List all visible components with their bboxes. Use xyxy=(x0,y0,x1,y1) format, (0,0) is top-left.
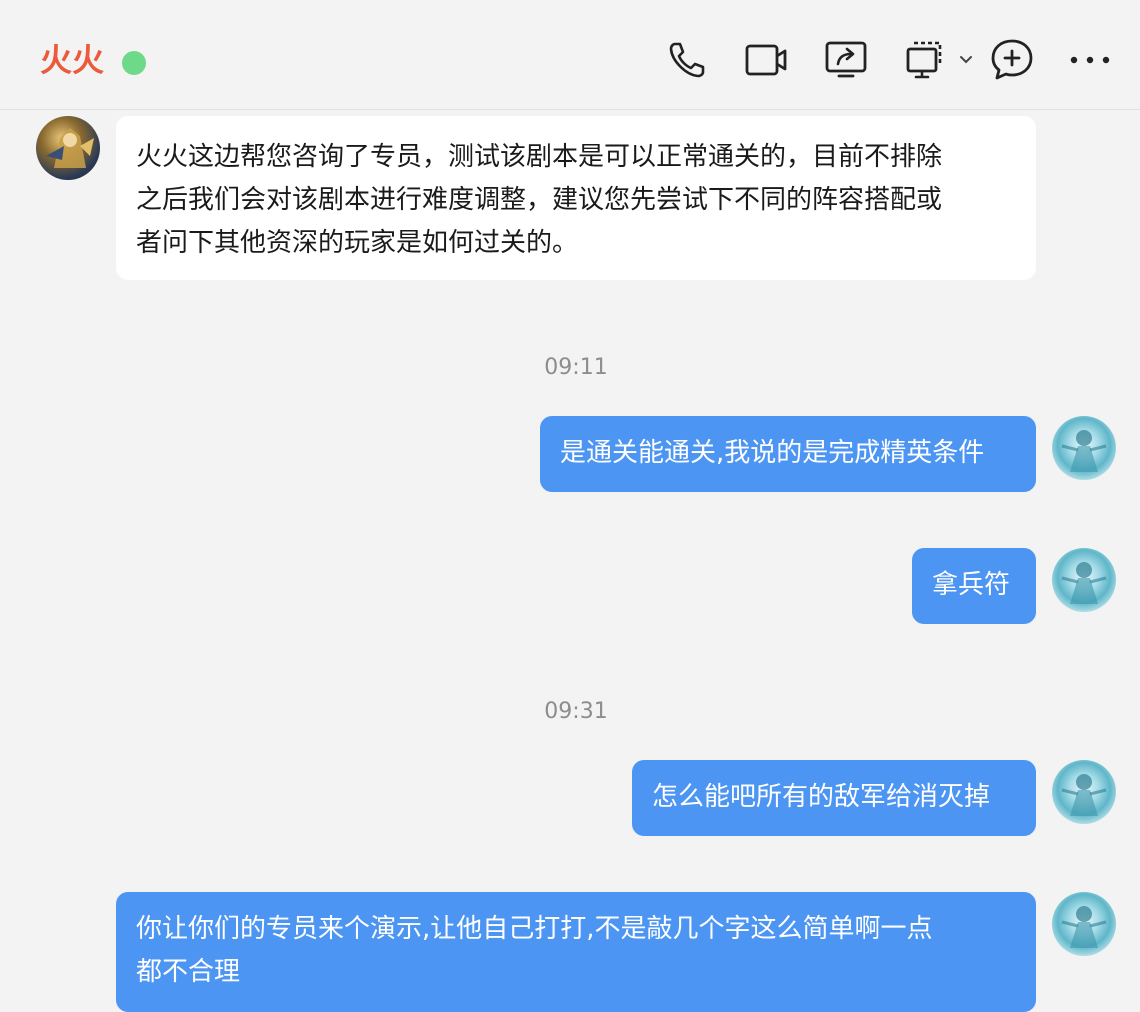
video-call-button[interactable] xyxy=(744,38,788,82)
outgoing-message-bubble[interactable]: 是通关能通关,我说的是完成精英条件 xyxy=(540,416,1036,492)
more-icon xyxy=(1070,56,1110,64)
chevron-down-icon xyxy=(960,56,972,64)
screen-share-icon xyxy=(825,41,867,78)
outgoing-message-bubble[interactable]: 拿兵符 xyxy=(912,548,1036,624)
add-chat-icon xyxy=(991,39,1033,80)
user-avatar[interactable] xyxy=(1052,416,1116,480)
user-avatar[interactable] xyxy=(1052,548,1116,612)
avatar-deity-image xyxy=(1061,774,1107,816)
remote-assist-button[interactable] xyxy=(904,38,974,82)
contact-name[interactable]: 火火 xyxy=(40,40,104,80)
screen-share-button[interactable] xyxy=(824,38,868,82)
avatar-deity-image xyxy=(1061,906,1107,948)
avatar-warrior-image xyxy=(46,128,94,168)
avatar-deity-image xyxy=(1061,562,1107,604)
user-avatar[interactable] xyxy=(1052,760,1116,824)
chat-header: 火火 xyxy=(0,0,1140,110)
contact-avatar[interactable] xyxy=(36,116,100,180)
user-avatar[interactable] xyxy=(1052,892,1116,956)
incoming-message-bubble[interactable]: 火火这边帮您咨询了专员，测试该剧本是可以正常通关的，目前不排除 之后我们会对该剧… xyxy=(116,116,1036,280)
video-icon xyxy=(745,44,787,76)
outgoing-message-bubble[interactable]: 怎么能吧所有的敌军给消灭掉 xyxy=(632,760,1036,836)
more-options-button[interactable] xyxy=(1068,50,1116,70)
phone-icon xyxy=(669,42,705,78)
online-status-indicator xyxy=(122,51,146,75)
avatar-deity-image xyxy=(1061,430,1107,472)
phone-call-button[interactable] xyxy=(665,38,709,82)
message-timestamp: 09:31 xyxy=(544,699,608,724)
new-chat-button[interactable] xyxy=(990,38,1034,82)
remote-assist-icon xyxy=(906,41,942,79)
message-timestamp: 09:11 xyxy=(544,355,608,380)
outgoing-message-bubble[interactable]: 你让你们的专员来个演示,让他自己打打,不是敲几个字这么简单啊一点 都不合理 xyxy=(116,892,1036,1012)
